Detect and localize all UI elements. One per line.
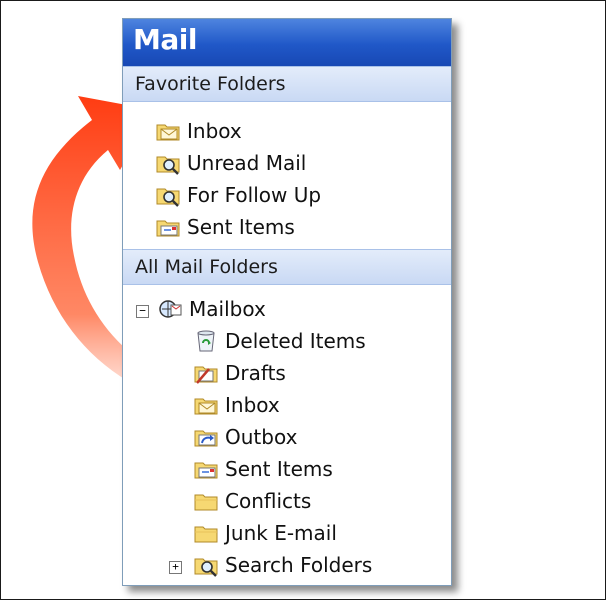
- inbox-folder-icon: [193, 393, 219, 417]
- folder-item-outbox[interactable]: Outbox: [193, 423, 297, 451]
- folder-icon: [193, 489, 219, 513]
- folder-label: Deleted Items: [225, 329, 366, 353]
- folder-item-deleted-items[interactable]: Deleted Items: [193, 327, 366, 355]
- favorite-folders-header[interactable]: Favorite Folders: [123, 66, 451, 102]
- folder-label: Inbox: [225, 393, 280, 417]
- mail-navigation-pane: Mail Favorite Folders Inbox Unread Mail …: [122, 18, 452, 586]
- folder-label: Conflicts: [225, 489, 312, 513]
- folder-item-sent-items[interactable]: Sent Items: [193, 455, 333, 483]
- folder-item-search-folders[interactable]: Search Folders: [193, 551, 372, 579]
- drafts-icon: [193, 361, 219, 385]
- collapse-mailbox-toggle[interactable]: −: [136, 305, 149, 318]
- all-mail-folders-header[interactable]: All Mail Folders: [123, 249, 451, 285]
- pane-title: Mail: [133, 23, 197, 56]
- mail-pane-header: Mail: [123, 19, 451, 66]
- folder-item-junk-email[interactable]: Junk E-mail: [193, 519, 337, 547]
- sent-items-icon: [193, 457, 219, 481]
- inbox-folder-icon: [155, 119, 181, 143]
- folder-label: Unread Mail: [187, 151, 307, 175]
- folder-label: Search Folders: [225, 553, 373, 577]
- search-folder-icon: [155, 183, 181, 207]
- expand-search-folders-toggle[interactable]: +: [169, 561, 182, 574]
- outbox-icon: [193, 425, 219, 449]
- search-folder-icon: [193, 553, 219, 577]
- folder-label: For Follow Up: [187, 183, 322, 207]
- mailbox-icon: [157, 297, 183, 321]
- folder-icon: [193, 521, 219, 545]
- folder-label: Outbox: [225, 425, 298, 449]
- all-mail-folders-label: All Mail Folders: [135, 256, 278, 278]
- favorite-folder-item-unread-mail[interactable]: Unread Mail: [155, 149, 306, 177]
- folder-label: Sent Items: [187, 215, 295, 239]
- folder-item-conflicts[interactable]: Conflicts: [193, 487, 311, 515]
- folder-label: Junk E-mail: [225, 521, 337, 545]
- search-folder-icon: [155, 151, 181, 175]
- folder-item-inbox[interactable]: Inbox: [193, 391, 280, 419]
- favorite-folder-item-for-follow-up[interactable]: For Follow Up: [155, 181, 321, 209]
- recycle-bin-icon: [193, 329, 219, 353]
- favorite-folders-label: Favorite Folders: [135, 73, 286, 95]
- folder-label: Sent Items: [225, 457, 333, 481]
- favorite-folder-item-inbox[interactable]: Inbox: [155, 117, 242, 145]
- folder-label: Inbox: [187, 119, 242, 143]
- folder-label: Drafts: [225, 361, 286, 385]
- folder-item-drafts[interactable]: Drafts: [193, 359, 286, 387]
- favorite-folder-item-sent-items[interactable]: Sent Items: [155, 213, 295, 241]
- folder-item-mailbox[interactable]: Mailbox: [157, 295, 266, 323]
- sent-items-icon: [155, 215, 181, 239]
- folder-label: Mailbox: [189, 297, 266, 321]
